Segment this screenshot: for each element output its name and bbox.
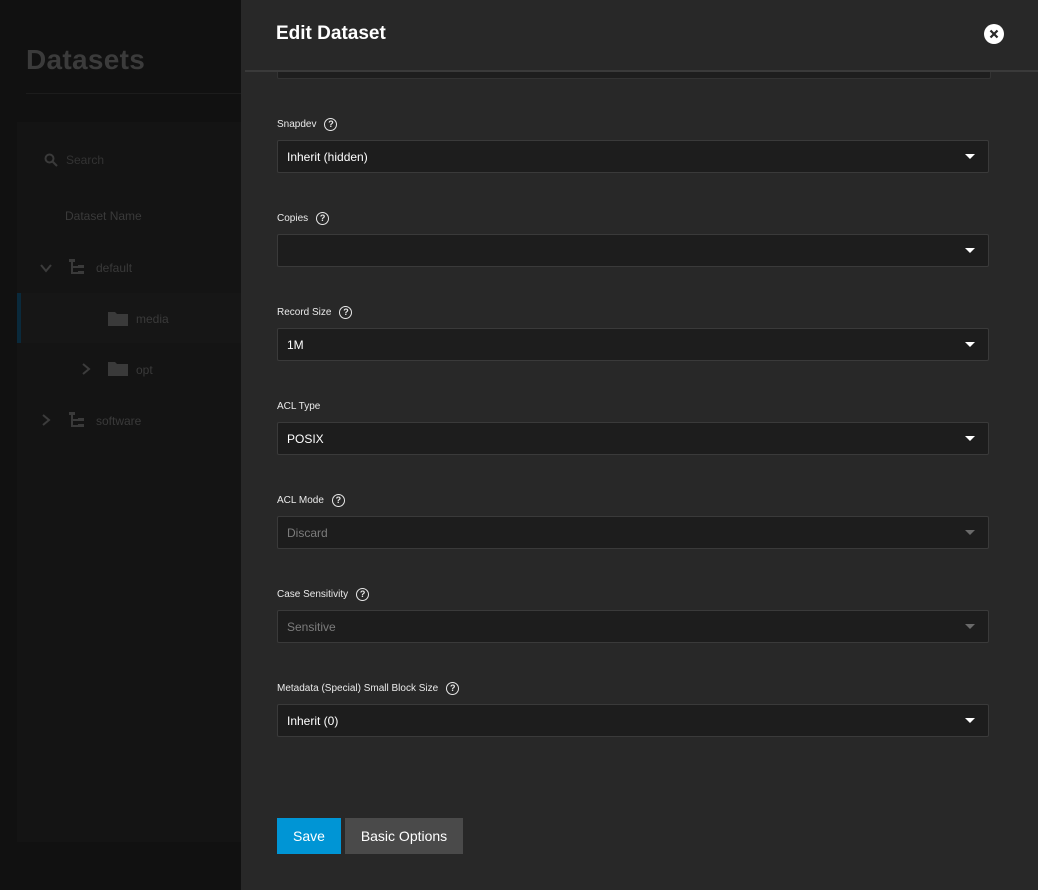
panel-title: Edit Dataset — [276, 23, 386, 44]
select-value: Inherit (hidden) — [287, 149, 368, 164]
acl-mode-select: Discard — [277, 516, 989, 549]
case-sensitivity-select: Sensitive — [277, 610, 989, 643]
chevron-right-icon[interactable] — [40, 414, 52, 426]
help-icon[interactable]: ? — [316, 211, 330, 225]
datasets-card — [17, 122, 247, 842]
search-placeholder: Search — [66, 153, 105, 167]
dropdown-arrow-icon — [965, 624, 975, 629]
dataset-tree-icon — [69, 412, 84, 427]
tree-label: opt — [136, 363, 153, 377]
field-label: Metadata (Special) Small Block Size ? — [277, 680, 989, 696]
dropdown-arrow-icon — [965, 530, 975, 535]
title-divider — [26, 93, 241, 94]
close-button[interactable] — [984, 24, 1004, 44]
field-label: ACL Mode ? — [277, 492, 989, 508]
tree-row-default[interactable]: default — [17, 242, 247, 292]
snapdev-field: Snapdev ? Inherit (hidden) — [277, 116, 989, 173]
help-icon[interactable]: ? — [339, 305, 353, 319]
dropdown-arrow-icon — [965, 436, 975, 441]
case-sensitivity-label: Case Sensitivity — [277, 588, 349, 600]
scrolled-field-remnant — [277, 72, 991, 79]
record-size-select[interactable]: 1M — [277, 328, 989, 361]
field-label: Record Size ? — [277, 304, 989, 320]
tree-label: media — [136, 312, 169, 326]
field-label: Copies ? — [277, 210, 989, 226]
tree-label: default — [96, 261, 133, 275]
dropdown-arrow-icon — [965, 342, 975, 347]
chevron-down-icon[interactable] — [40, 262, 52, 274]
dropdown-arrow-icon — [965, 154, 975, 159]
snapdev-label: Snapdev — [277, 118, 317, 130]
search-bar[interactable]: Search — [30, 140, 250, 180]
selection-indicator — [17, 293, 21, 343]
special-small-block-size-label: Metadata (Special) Small Block Size — [277, 682, 439, 694]
help-icon[interactable]: ? — [446, 681, 460, 695]
folder-icon — [108, 312, 128, 326]
dropdown-arrow-icon — [965, 248, 975, 253]
column-header-dataset-name: Dataset Name — [65, 209, 142, 223]
panel-header: Edit Dataset — [241, 0, 1038, 70]
snapdev-select[interactable]: Inherit (hidden) — [277, 140, 989, 173]
tree-label: software — [96, 414, 142, 428]
acl-type-field: ACL Type POSIX — [277, 398, 989, 455]
select-value: 1M — [287, 337, 304, 352]
select-value: Inherit (0) — [287, 713, 339, 728]
record-size-label: Record Size — [277, 306, 332, 318]
help-icon[interactable]: ? — [331, 493, 345, 507]
record-size-field: Record Size ? 1M — [277, 304, 989, 361]
folder-icon — [108, 362, 128, 376]
select-value: POSIX — [287, 431, 324, 446]
select-value: Sensitive — [287, 619, 336, 634]
save-button[interactable]: Save — [277, 818, 341, 854]
copies-select[interactable] — [277, 234, 989, 267]
case-sensitivity-field: Case Sensitivity ? Sensitive — [277, 586, 989, 643]
field-label: Case Sensitivity ? — [277, 586, 989, 602]
acl-type-select[interactable]: POSIX — [277, 422, 989, 455]
acl-mode-label: ACL Mode — [277, 494, 324, 506]
page-title: Datasets — [26, 44, 146, 75]
field-label: ACL Type — [277, 398, 989, 414]
help-icon[interactable]: ? — [356, 587, 370, 601]
acl-type-label: ACL Type — [277, 400, 321, 412]
close-icon — [989, 29, 999, 39]
field-label: Snapdev ? — [277, 116, 989, 132]
dropdown-arrow-icon — [965, 718, 975, 723]
copies-label: Copies — [277, 212, 309, 224]
tree-row-media[interactable]: media — [17, 293, 247, 343]
select-value: Discard — [287, 525, 328, 540]
copies-field: Copies ? — [277, 210, 989, 267]
acl-mode-field: ACL Mode ? Discard — [277, 492, 989, 549]
basic-options-button[interactable]: Basic Options — [345, 818, 463, 854]
edit-dataset-panel: Edit Dataset Snapdev ? Inherit (hidden) … — [241, 0, 1038, 890]
special-small-block-size-select[interactable]: Inherit (0) — [277, 704, 989, 737]
dataset-tree-icon — [69, 259, 84, 274]
search-icon — [44, 153, 58, 167]
tree-row-software[interactable]: software — [17, 395, 247, 445]
help-icon[interactable]: ? — [324, 117, 338, 131]
chevron-right-icon[interactable] — [80, 363, 92, 375]
tree-row-opt[interactable]: opt — [17, 344, 247, 394]
special-small-block-size-field: Metadata (Special) Small Block Size ? In… — [277, 680, 989, 737]
